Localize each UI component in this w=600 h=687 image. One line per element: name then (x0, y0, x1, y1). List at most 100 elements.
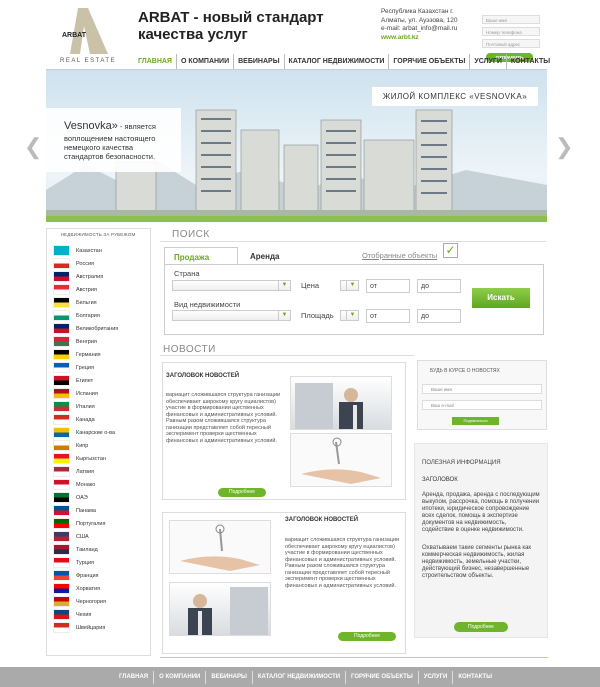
order-phone-input[interactable]: Номер телефона (482, 27, 540, 36)
sidebar-country-item[interactable]: Таиланд (53, 543, 98, 556)
chevron-right-icon[interactable]: ❯ (555, 134, 573, 160)
country-label: Австралия (76, 273, 104, 280)
sidebar-country-item[interactable]: Греция (53, 361, 94, 374)
country-label: Германия (76, 351, 101, 358)
footer-nav-catalog[interactable]: КАТАЛОГ НЕДВИЖИМОСТИ (253, 671, 347, 684)
footer-nav-contacts[interactable]: КОНТАКТЫ (453, 671, 497, 684)
tagline-line-1: ARBAT - новый стандарт (138, 9, 324, 26)
footer-nav-services[interactable]: УСЛУГИ (419, 671, 454, 684)
country-label: Бельгия (76, 299, 97, 306)
nav-hot[interactable]: ГОРЯЧИЕ ОБЪЕКТЫ (389, 54, 471, 70)
area-to-input[interactable]: до (417, 309, 461, 323)
footer-nav-about[interactable]: О КОМПАНИИ (154, 671, 207, 684)
country-label: Страна (174, 269, 200, 278)
footer-nav-hot[interactable]: ГОРЯЧИЕ ОБЪЕКТЫ (346, 671, 419, 684)
sidebar-country-item[interactable]: Египет (53, 374, 93, 387)
flag-icon (53, 479, 70, 490)
sidebar-country-item[interactable]: Бельгия (53, 296, 97, 309)
sidebar-country-item[interactable]: Испания (53, 387, 98, 400)
chevron-left-icon[interactable]: ❮ (24, 134, 42, 160)
sidebar-country-item[interactable]: Болгария (53, 309, 100, 322)
nav-catalog[interactable]: КАТАЛОГ НЕДВИЖИМОСТИ (285, 54, 390, 70)
sidebar-country-item[interactable]: Черногория (53, 595, 106, 608)
country-select[interactable]: ▼ (172, 280, 291, 291)
nav-services[interactable]: УСЛУГИ (470, 54, 507, 70)
site-link[interactable]: www.arbt.kz (381, 34, 458, 43)
sidebar-country-item[interactable]: ОАЭ (53, 491, 88, 504)
sidebar-country-item[interactable]: Австрия (53, 283, 97, 296)
photo-illustration (180, 524, 260, 571)
news-title: НОВОСТИ (163, 344, 216, 355)
sidebar-country-item[interactable]: Канада (53, 413, 95, 426)
flag-icon (53, 336, 70, 347)
nav-webinars[interactable]: ВЕБИНАРЫ (234, 54, 285, 70)
country-label: Австрия (76, 286, 97, 293)
flag-icon (53, 362, 70, 373)
footer-nav-webinars[interactable]: ВЕБИНАРЫ (206, 671, 253, 684)
flag-icon (53, 245, 70, 256)
flag-icon (53, 284, 70, 295)
country-label: Франция (76, 572, 99, 579)
country-label: Швейцария (76, 624, 106, 631)
email-link[interactable]: e-mail: arbat_info@mail.ru (381, 25, 458, 34)
news-text-2: вариацит сложившаяся структура ганизации… (285, 537, 400, 589)
sidebar-country-item[interactable]: Португалия (53, 517, 106, 530)
sidebar-country-item[interactable]: Казахстан (53, 244, 102, 257)
tab-sale[interactable]: Продажа (164, 247, 238, 265)
info-subtitle: ЗАГОЛОВОК (422, 477, 458, 483)
sidebar-country-item[interactable]: Великобритания (53, 322, 118, 335)
subscribe-name-input[interactable]: Ваше имя (422, 384, 542, 394)
sidebar-country-item[interactable]: Германия (53, 348, 101, 361)
search-button[interactable]: Искать (472, 288, 530, 308)
price-currency-select[interactable]: ▼ (340, 280, 359, 291)
sidebar-country-item[interactable]: Латвия (53, 465, 94, 478)
subscribe-button[interactable]: Подписаться (452, 417, 499, 425)
sidebar-country-item[interactable]: Швейцария (53, 621, 105, 634)
sidebar-country-item[interactable]: Италия (53, 400, 95, 413)
area-unit-select[interactable]: ▼ (340, 310, 359, 321)
news-more-button-1[interactable]: Подробнее (218, 488, 266, 497)
info-paragraph-2: Охватываем такие сегменты рынка как комм… (422, 545, 532, 579)
country-label: Венгрия (76, 338, 97, 345)
sidebar-country-item[interactable]: Австралия (53, 270, 103, 283)
footer-nav-home[interactable]: ГЛАВНАЯ (114, 671, 155, 684)
sidebar-country-item[interactable]: Панама (53, 504, 96, 517)
country-label: Кыргызстан (76, 455, 106, 462)
subscribe-email-input[interactable]: Ваш e-mail (422, 400, 542, 410)
order-name-input[interactable]: Ваше имя (482, 15, 540, 24)
flag-icon (53, 258, 70, 269)
country-label: Греция (76, 364, 94, 371)
nav-about[interactable]: О КОМПАНИИ (177, 54, 235, 70)
news-divider (160, 355, 414, 356)
country-label: Чехия (76, 611, 92, 618)
news-more-button-2[interactable]: Подробнее (338, 632, 396, 641)
sidebar-country-item[interactable]: Кыргызстан (53, 452, 106, 465)
area-from-input[interactable]: от (366, 309, 410, 323)
sidebar-country-item[interactable]: Франция (53, 569, 99, 582)
sidebar-country-item[interactable]: Россия (53, 257, 94, 270)
price-to-input[interactable]: до (417, 279, 461, 293)
hero-heading-rest: - является (117, 122, 156, 131)
country-label: Великобритания (76, 325, 119, 332)
price-from-input[interactable]: от (366, 279, 410, 293)
photo-illustration (188, 587, 268, 635)
info-more-button[interactable]: Подробнее (454, 622, 508, 632)
news-heading-1[interactable]: ЗАГОЛОВОК НОВОСТЕЙ (166, 373, 239, 379)
news-heading-2[interactable]: ЗАГОЛОВОК НОВОСТЕЙ (285, 517, 358, 523)
sidebar-country-item[interactable]: Монако (53, 478, 95, 491)
sidebar-country-item[interactable]: Канарские о-ва (53, 426, 115, 439)
sidebar-country-item[interactable]: Чехия (53, 608, 91, 621)
sidebar-country-item[interactable]: Венгрия (53, 335, 97, 348)
sidebar-country-item[interactable]: Турция (53, 556, 94, 569)
sidebar-country-item[interactable]: США (53, 530, 89, 543)
nav-contacts[interactable]: КОНТАКТЫ (507, 54, 554, 70)
tab-rent[interactable]: Аренда (250, 252, 279, 261)
sidebar-country-item[interactable]: Кипр (53, 439, 88, 452)
favorites-link[interactable]: Отобранные объекты (362, 251, 437, 260)
favorites-checkbox[interactable]: ✓ (443, 243, 458, 258)
flag-icon (53, 583, 70, 594)
sidebar-country-item[interactable]: Хорватия (53, 582, 100, 595)
order-address-input[interactable]: Почтовый адрес (482, 39, 540, 48)
nav-home[interactable]: ГЛАВНАЯ (134, 54, 177, 70)
type-select[interactable]: ▼ (172, 310, 291, 321)
